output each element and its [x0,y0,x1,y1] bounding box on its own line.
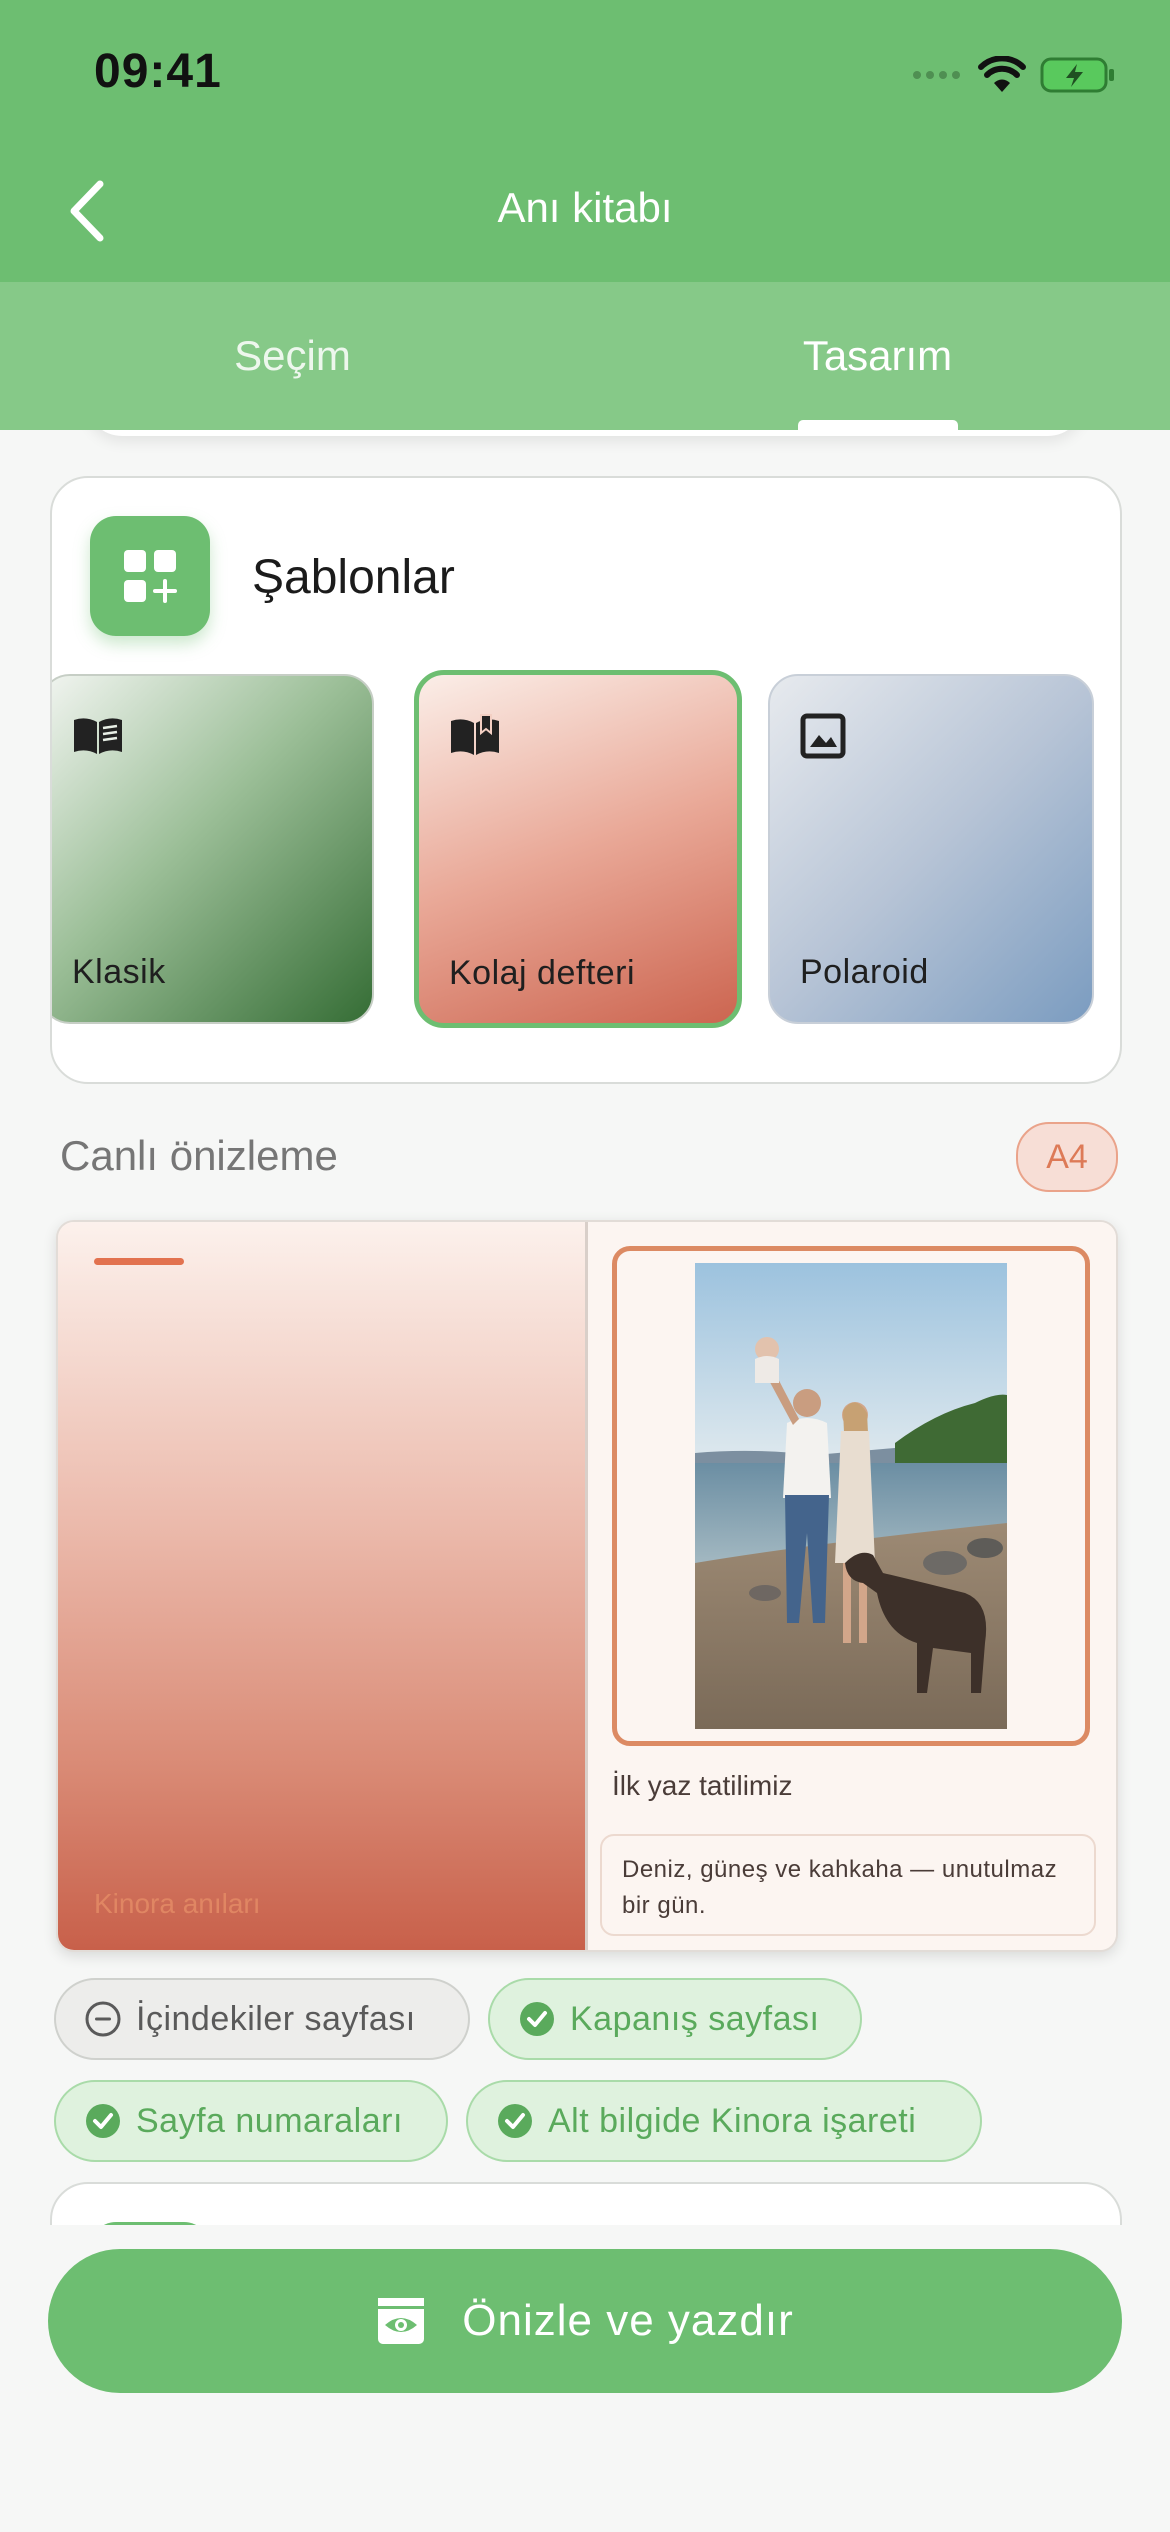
template-klasik[interactable]: Klasik [52,674,374,1024]
grid-add-icon [90,516,210,636]
live-preview-label: Canlı önizleme [60,1132,338,1179]
tab-design-label: Tasarım [802,332,953,379]
next-section-card [50,2182,1122,2225]
preview-eye-icon [376,2296,426,2346]
option-footer-watermark[interactable]: Alt bilgide Kinora işareti [466,2080,982,2162]
photo-note: Deniz, güneş ve kahkaha — unutulmaz bir … [600,1834,1096,1936]
cover-accent-line [94,1258,184,1265]
option-page-numbers[interactable]: Sayfa numaraları [54,2080,448,2162]
photo-caption: İlk yaz tatilimiz [612,1770,793,1801]
beach-family-photo [695,1263,1007,1729]
option-label: Kapanış sayfası [570,1999,820,2038]
photo-frame [612,1246,1090,1746]
check-circle-icon [520,2002,554,2036]
active-tab-indicator [798,420,958,430]
option-label: Sayfa numaraları [136,2101,403,2140]
wifi-icon [978,56,1026,92]
app-header: 09:41 Anı kitabı [0,0,1170,282]
minus-circle-icon [85,2001,121,2037]
previous-card-edge [86,430,1084,436]
tab-bar: Seçim Tasarım [0,282,1170,430]
cellular-signal-icon [913,71,960,79]
check-circle-icon [498,2104,532,2138]
templates-title: Şablonlar [252,551,455,604]
template-label: Klasik [72,953,166,991]
template-label: Polaroid [800,953,929,991]
template-label: Kolaj defteri [449,954,636,992]
status-time: 09:41 [94,45,222,98]
image-icon [800,710,860,762]
page-title: Anı kitabı [497,184,673,231]
status-icons [912,50,1116,100]
option-label: İçindekiler sayfası [136,1999,416,2038]
tab-design[interactable]: Tasarım [585,282,1170,430]
check-circle-icon [86,2104,120,2138]
scroll-content[interactable]: Şablonlar Klasik Kolaj defteri Polaroid … [0,430,1170,2225]
option-closing-page[interactable]: Kapanış sayfası [488,1978,862,2060]
cta-label: Önizle ve yazdır [462,2296,794,2345]
templates-card: Şablonlar Klasik Kolaj defteri Polaroid [50,476,1122,1084]
open-book-icon [72,710,132,762]
reading-book-icon [449,709,509,761]
template-kolaj-defteri[interactable]: Kolaj defteri [414,670,742,1028]
page-size-badge[interactable]: A4 [1016,1122,1118,1192]
option-table-of-contents[interactable]: İçindekiler sayfası [54,1978,470,2060]
battery-icon [1040,57,1114,93]
cover-text: Kinora anıları [94,1888,261,1919]
preview-and-print-button[interactable]: Önizle ve yazdır [48,2249,1122,2393]
bottom-action-bar: Önizle ve yazdır [0,2225,1170,2532]
book-preview: Kinora anıları İlk yaz tatilimiz Deniz, … [56,1220,1118,1952]
option-label: Alt bilgide Kinora işareti [548,2101,917,2140]
cover-page: Kinora anıları [58,1222,585,1950]
tab-selection[interactable]: Seçim [0,282,585,430]
template-polaroid[interactable]: Polaroid [768,674,1094,1024]
photo-page: İlk yaz tatilimiz Deniz, güneş ve kahkah… [588,1222,1116,1950]
